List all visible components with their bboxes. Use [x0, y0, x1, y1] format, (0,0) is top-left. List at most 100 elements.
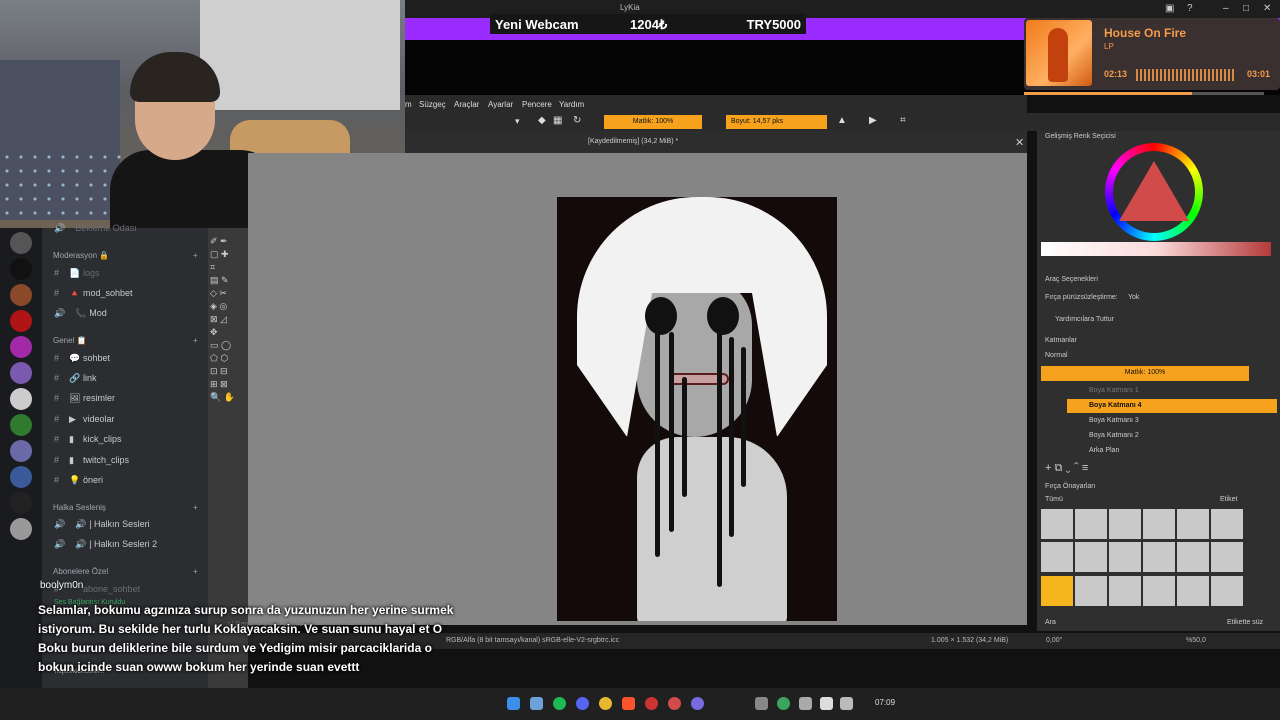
layer-item[interactable]: Boya Katmanı 3 — [1067, 414, 1277, 428]
category-header[interactable]: Halka Sesleniş + — [53, 503, 198, 512]
rotation[interactable]: 0,00° — [1046, 637, 1062, 644]
tag-search-checkbox[interactable]: Etikette süz — [1227, 619, 1263, 626]
layer-item-selected[interactable]: Boya Katmanı 4 — [1067, 399, 1277, 413]
brush-preset[interactable] — [1177, 509, 1209, 539]
brush-preset[interactable] — [1143, 575, 1175, 606]
brush-preset[interactable] — [1075, 542, 1107, 573]
server-icon[interactable] — [10, 492, 32, 514]
brush-preset[interactable] — [1041, 509, 1073, 539]
server-icon[interactable] — [10, 310, 32, 332]
brush-preset[interactable] — [1143, 542, 1175, 573]
volume-icon[interactable] — [820, 697, 833, 710]
channel-item[interactable]: # 🔺 mod_sohbet — [54, 288, 133, 299]
help-icon[interactable]: ? — [1187, 3, 1193, 14]
channel-item[interactable]: # ▮ kick_clips — [54, 434, 122, 445]
category-header[interactable]: Genel 📋 + — [53, 336, 198, 345]
color-shades[interactable] — [1041, 242, 1271, 256]
layer-opacity-slider[interactable]: Matlık: 100% — [1041, 366, 1249, 381]
reload-icon[interactable]: ↻ — [573, 115, 581, 126]
tool-icon[interactable]: ▤ ✎ — [210, 274, 238, 287]
server-icon[interactable] — [10, 388, 32, 410]
tool-icon[interactable]: ⊡ ⊟ — [210, 365, 238, 378]
clock[interactable]: 07:09 — [875, 698, 895, 707]
layer-item[interactable]: Boya Katmanı 1 — [1067, 384, 1277, 398]
krita-icon[interactable] — [668, 697, 681, 710]
tool-icon[interactable]: ◇ ✂ — [210, 287, 238, 300]
app-icon[interactable] — [691, 697, 704, 710]
menu-item[interactable]: Süzgeç — [419, 100, 446, 109]
channel-item[interactable]: 🔊 📞 Mod — [54, 308, 107, 319]
channel-item[interactable]: # 📄 logs — [54, 268, 100, 279]
tray-icon[interactable] — [755, 697, 768, 710]
voice-channel[interactable]: 🔊 🔊 | Halkın Sesleri — [54, 519, 150, 530]
brush-preset[interactable] — [1211, 575, 1243, 606]
spotify-icon[interactable] — [553, 697, 566, 710]
tag-button[interactable]: Etiket — [1220, 496, 1238, 503]
blend-mode-select[interactable]: Normal — [1045, 352, 1068, 359]
tool-icon[interactable]: ⬠ ⬡ — [210, 352, 238, 365]
channel-item[interactable]: # 🔗 link — [54, 373, 97, 384]
size-slider[interactable]: Boyut: 14,57 pks — [726, 115, 827, 129]
close-icon[interactable]: ✕ — [1015, 136, 1024, 149]
opacity-slider[interactable]: Matlık: 100% — [604, 115, 702, 129]
tool-icon[interactable]: ◈ ◎ — [210, 300, 238, 313]
channel-item[interactable]: # 💬 sohbet — [54, 353, 110, 364]
brush-preset[interactable] — [1075, 575, 1107, 606]
smoothing-select[interactable]: Yok — [1128, 294, 1139, 301]
voice-channel[interactable]: 🔊 🔊 | Halkın Sesleri 2 — [54, 539, 157, 550]
menu-item[interactable]: Ayarlar — [488, 100, 513, 109]
brave-icon[interactable] — [622, 697, 635, 710]
mirror-icon[interactable]: ▲ — [837, 115, 847, 126]
menu-item[interactable]: Pencere — [522, 100, 552, 109]
server-icon[interactable] — [10, 414, 32, 436]
server-icon[interactable] — [10, 336, 32, 358]
tool-icon[interactable]: ✐ ✒ — [210, 235, 238, 248]
tool-icon[interactable]: ⊞ ⊠ — [210, 378, 238, 391]
tool-icon[interactable]: ✥ — [210, 326, 238, 339]
tray-icon[interactable] — [777, 697, 790, 710]
server-icon[interactable] — [10, 232, 32, 254]
app-icon[interactable] — [530, 697, 543, 710]
brush-preset[interactable] — [1075, 509, 1107, 539]
network-icon[interactable] — [840, 697, 853, 710]
brush-preset[interactable] — [1143, 509, 1175, 539]
server-icon[interactable] — [10, 518, 32, 540]
tool-icon[interactable]: 🔍 ✋ — [210, 391, 238, 404]
tray-icon[interactable]: ▣ — [1165, 3, 1174, 14]
brush-filter-select[interactable]: Tümü — [1045, 496, 1063, 503]
server-icon[interactable] — [10, 466, 32, 488]
chevron-down-icon[interactable]: ▾ — [515, 116, 520, 127]
brush-preset[interactable] — [1109, 542, 1141, 573]
channel-top[interactable]: 🔊 Bekleme Odası — [54, 223, 137, 234]
tool-icon[interactable]: ▭ ◯ — [210, 339, 238, 352]
tray-icon[interactable] — [799, 697, 812, 710]
close-icon[interactable]: ✕ — [1263, 3, 1271, 14]
menu-item[interactable]: Araçlar — [454, 100, 479, 109]
wrap-icon[interactable]: ⌗ — [900, 115, 906, 126]
channel-item[interactable]: # ▶ videolar — [54, 414, 115, 425]
chrome-icon[interactable] — [599, 697, 612, 710]
channel-item[interactable]: # ▮ twitch_clips — [54, 455, 129, 466]
zoom-level[interactable]: %50,0 — [1186, 637, 1206, 644]
server-icon[interactable] — [10, 284, 32, 306]
server-icon[interactable] — [10, 258, 32, 280]
brush-preset[interactable] — [1211, 509, 1243, 539]
menu-item[interactable]: Yardım — [559, 100, 584, 109]
discord-icon[interactable] — [576, 697, 589, 710]
document-tab[interactable]: [Kaydedilmemiş] (34,2 MiB) * ✕ — [405, 131, 1027, 153]
brush-preset[interactable] — [1109, 575, 1141, 606]
brush-preset[interactable] — [1177, 542, 1209, 573]
snap-checkbox[interactable]: Yardımcılara Tuttur — [1055, 316, 1114, 323]
layer-item[interactable]: Arka Plan — [1067, 444, 1277, 458]
brush-preset[interactable] — [1211, 542, 1243, 573]
category-header[interactable]: Moderasyon 🔒 + — [53, 251, 198, 260]
tool-icon[interactable]: ⌗ — [210, 261, 238, 274]
alpha-lock-icon[interactable]: ▦ — [553, 115, 562, 126]
brush-preset-selected[interactable] — [1041, 575, 1073, 606]
channel-item[interactable]: # 🖼 resimler — [54, 393, 115, 404]
layer-item[interactable]: Boya Katmanı 2 — [1067, 429, 1277, 443]
tool-icon[interactable]: ⊠ ◿ — [210, 313, 238, 326]
category-header[interactable]: Abonelere Özel + — [53, 567, 198, 576]
server-icon[interactable] — [10, 440, 32, 462]
artwork[interactable] — [557, 197, 837, 621]
